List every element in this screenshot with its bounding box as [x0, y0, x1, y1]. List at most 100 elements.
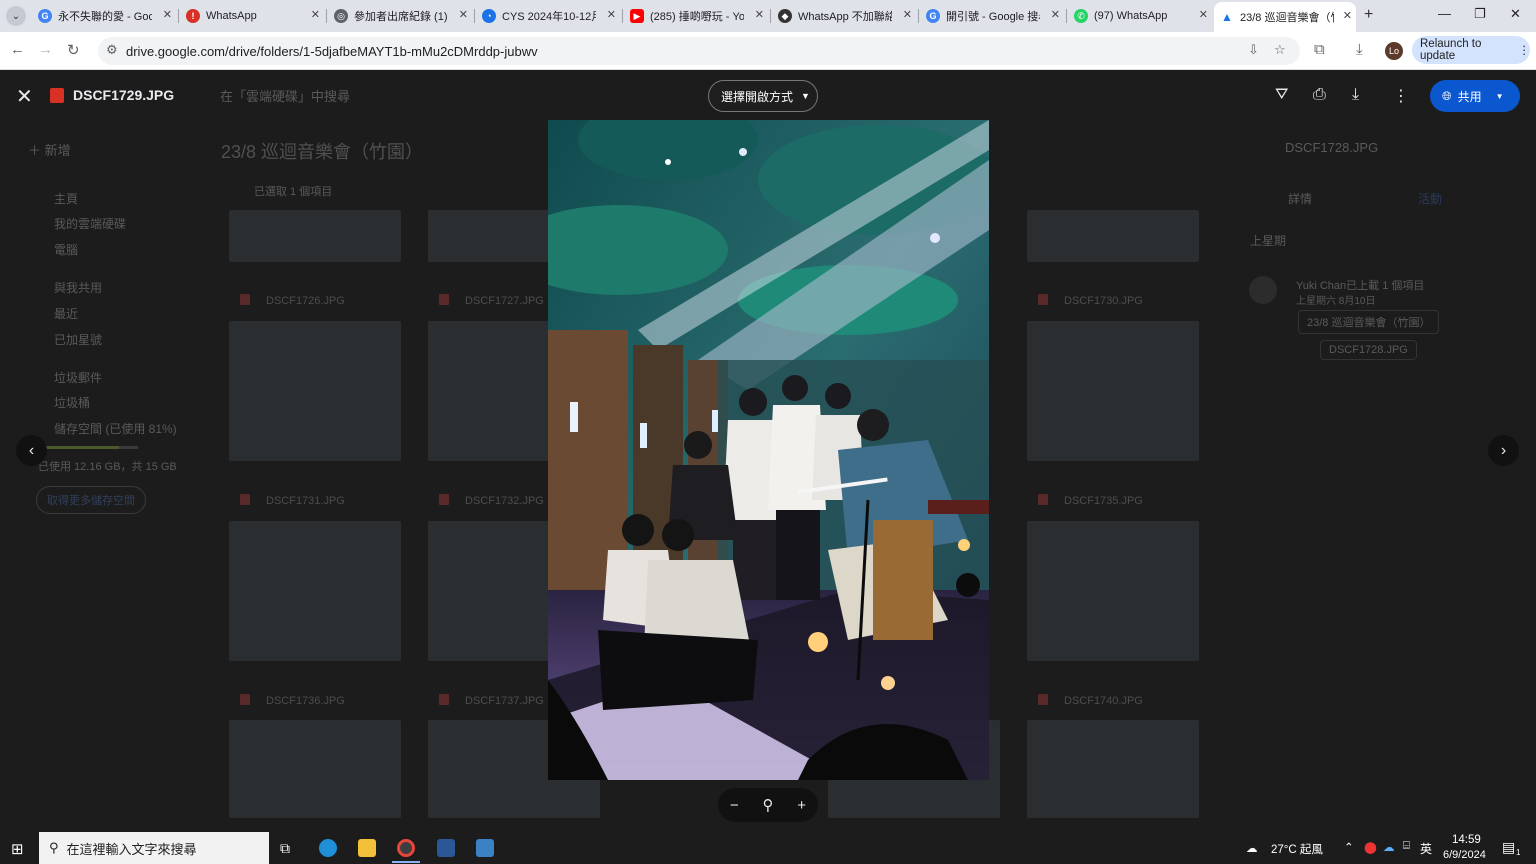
- close-icon[interactable]: ✕: [1199, 8, 1208, 21]
- tab-attendance-pdf[interactable]: ◎ 參加者出席紀錄 (1).p ✕: [328, 4, 472, 28]
- selection-text: 已選取 1 個項目: [254, 186, 333, 198]
- thumb-label: DSCF1727.JPG: [439, 294, 544, 307]
- caret-down-icon: ▼: [1495, 91, 1504, 101]
- nav-recent: 最近: [54, 307, 79, 321]
- close-icon[interactable]: ✕: [607, 8, 616, 21]
- thumb-label: DSCF1730.JPG: [1038, 294, 1143, 307]
- profile-avatar[interactable]: Lo: [1385, 42, 1403, 60]
- next-button[interactable]: ›: [1488, 435, 1519, 466]
- notification-icon[interactable]: ▤: [1502, 839, 1515, 856]
- onedrive-icon[interactable]: ☁: [1383, 840, 1395, 854]
- word-icon[interactable]: [437, 839, 455, 857]
- chevron-right-icon: ›: [1500, 441, 1507, 459]
- input-language[interactable]: 英: [1420, 840, 1432, 857]
- close-icon[interactable]: ✕: [459, 8, 468, 21]
- tab-title: 參加者出席紀錄 (1).p: [354, 11, 448, 23]
- downloads-icon[interactable]: ⤓: [1356, 41, 1363, 58]
- activity-text: Yuki Chan已上載 1 個項目: [1296, 280, 1425, 292]
- close-icon[interactable]: ✕: [163, 8, 172, 21]
- share-label: 共用: [1457, 89, 1482, 104]
- download-icon[interactable]: ⤓: [1352, 86, 1359, 104]
- photo-preview[interactable]: [548, 120, 989, 780]
- thumb-label: DSCF1736.JPG: [240, 694, 345, 707]
- tab-whatsapp-97[interactable]: ✆ (97) WhatsApp ✕: [1068, 4, 1212, 28]
- clock-time[interactable]: 14:59: [1452, 834, 1481, 846]
- zoom-icon[interactable]: ⚲: [762, 796, 773, 814]
- tab-drive-active[interactable]: ▲ 23/8 巡迴音樂會（竹 ✕: [1214, 2, 1356, 32]
- network-icon[interactable]: ⌸: [1403, 840, 1410, 853]
- tab-search-button[interactable]: ⌄: [6, 6, 26, 26]
- address-bar[interactable]: ⚙ drive.google.com/drive/folders/1-5djaf…: [98, 37, 1300, 65]
- windows-start-icon[interactable]: ⊞: [11, 840, 24, 858]
- tab-google[interactable]: G 永不失聯的愛 - Google ✕: [32, 4, 176, 28]
- share-button[interactable]: 🌐︎ 共用 ▼: [1430, 80, 1520, 112]
- close-icon[interactable]: ✕: [755, 8, 764, 21]
- file-explorer-icon[interactable]: [358, 839, 376, 857]
- open-with-button[interactable]: 選擇開啟方式 ▼: [708, 80, 818, 112]
- tab-whatsapp-nocontact[interactable]: ◆ WhatsApp 不加聯絡 ✕: [772, 4, 916, 28]
- nav-home: 主頁: [54, 192, 79, 206]
- thumb-label: DSCF1737.JPG: [439, 694, 544, 707]
- zoom-out-button[interactable]: −: [730, 797, 739, 814]
- tab-whatsapp[interactable]: ! WhatsApp ✕: [180, 4, 324, 28]
- reload-icon[interactable]: ↻: [67, 41, 80, 59]
- print-icon[interactable]: ⎙: [1313, 86, 1326, 104]
- app-icon[interactable]: [476, 839, 494, 857]
- more-vert-icon: ⋮: [1518, 45, 1531, 57]
- thumbnail: [229, 210, 401, 262]
- restore-button[interactable]: ❐: [1474, 6, 1486, 22]
- previous-button[interactable]: ‹: [16, 435, 47, 466]
- drive-icon: ▲: [1221, 10, 1233, 24]
- install-app-icon[interactable]: ⇩: [1248, 42, 1259, 58]
- close-icon[interactable]: ✕: [903, 8, 912, 21]
- app-icon: ◆: [778, 9, 792, 23]
- concert-photo: [548, 120, 989, 780]
- relaunch-button[interactable]: Relaunch to update ⋮: [1412, 36, 1530, 64]
- tab-cys[interactable]: ◔ CYS 2024年10-12月 ✕: [476, 4, 620, 28]
- tab-youtube[interactable]: ▶ (285) 捶啲嘢玩 - You ✕: [624, 4, 768, 28]
- thumbnail: [1027, 321, 1199, 461]
- taskbar: ⊞ ⚲ 在這裡輸入文字來搜尋 ⧉ ☁ 27°C 起風 ⌃ ⬤ ☁ ⌸ 英 14:…: [0, 832, 1536, 864]
- clock-icon: ◔: [482, 9, 496, 23]
- back-icon[interactable]: ←: [10, 41, 25, 58]
- taskbar-search[interactable]: ⚲ 在這裡輸入文字來搜尋: [39, 832, 269, 864]
- bookmark-star-icon[interactable]: ☆: [1274, 42, 1286, 58]
- acrobat-icon[interactable]: ⬤: [1364, 840, 1377, 854]
- close-icon[interactable]: ✕: [1051, 8, 1060, 21]
- chrome-icon[interactable]: [397, 839, 415, 857]
- tab-title: (285) 捶啲嘢玩 - You: [650, 11, 744, 23]
- storage-bar: [38, 446, 138, 449]
- weather-text[interactable]: 27°C 起風: [1271, 841, 1323, 857]
- thumb-label: DSCF1740.JPG: [1038, 694, 1143, 707]
- chevron-up-icon[interactable]: ⌃: [1344, 840, 1354, 854]
- activity-date: 上星期: [1250, 234, 1287, 248]
- tab-title: WhatsApp: [206, 10, 257, 22]
- taskbar-search-placeholder: 在這裡輸入文字來搜尋: [66, 841, 197, 857]
- add-to-drive-icon[interactable]: ⛛: [1275, 86, 1288, 104]
- alert-icon: !: [186, 9, 200, 23]
- thumbnail: [229, 321, 401, 461]
- close-icon[interactable]: ✕: [311, 8, 320, 21]
- url-text[interactable]: drive.google.com/drive/folders/1-5djafbe…: [126, 44, 538, 59]
- forward-icon[interactable]: →: [38, 41, 53, 58]
- clock-date[interactable]: 6/9/2024: [1443, 849, 1486, 861]
- more-vert-icon[interactable]: ⋮: [1393, 86, 1409, 106]
- edge-icon[interactable]: [319, 839, 337, 857]
- task-view-icon[interactable]: ⧉: [280, 840, 290, 857]
- google-icon: G: [926, 9, 940, 23]
- minimize-button[interactable]: —: [1438, 6, 1451, 21]
- extensions-icon[interactable]: ⧉: [1314, 41, 1325, 58]
- thumbnail: [229, 720, 401, 818]
- new-tab-button[interactable]: +: [1364, 6, 1373, 24]
- zoom-in-button[interactable]: +: [797, 797, 806, 814]
- close-icon[interactable]: ✕: [1343, 9, 1352, 22]
- tab-google-search[interactable]: G 開引號 - Google 搜尋 ✕: [920, 4, 1064, 28]
- tab-title: (97) WhatsApp: [1094, 10, 1168, 22]
- close-window-button[interactable]: ✕: [1510, 6, 1521, 22]
- thumb-label: DSCF1735.JPG: [1038, 494, 1143, 507]
- thumbnail: [1027, 210, 1199, 262]
- close-viewer-button[interactable]: ✕: [16, 84, 33, 109]
- site-info-icon[interactable]: ⚙: [106, 42, 118, 58]
- tab-title: CYS 2024年10-12月: [502, 11, 596, 23]
- weather-icon[interactable]: ☁: [1246, 841, 1258, 855]
